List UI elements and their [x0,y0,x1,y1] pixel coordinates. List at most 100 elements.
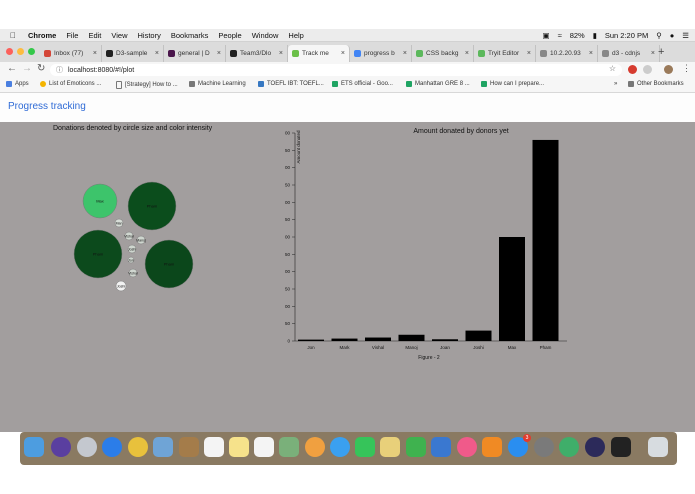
forward-arrow-icon[interactable]: → [22,63,32,74]
menu-file[interactable]: File [66,31,78,40]
close-window-icon[interactable] [6,48,13,55]
battery-percent[interactable]: 82% [570,31,585,40]
tab-close-icon[interactable]: × [651,50,655,57]
chrome-icon[interactable] [128,437,148,457]
messages-icon[interactable] [330,437,350,457]
browser-tab[interactable]: general | D × [164,45,226,62]
bookmark-star-icon[interactable]: ☆ [609,64,616,73]
bubble-label: Pham [93,252,104,257]
atom-icon[interactable] [559,437,579,457]
extension-grey-icon[interactable] [643,65,652,74]
new-tab-button[interactable]: + [658,46,664,58]
bar[interactable] [398,334,425,341]
bookmark-label: Machine Learning [198,81,246,87]
tab-close-icon[interactable]: × [527,50,531,57]
address-bar[interactable]: ⓘ localhost:8080/#!/plot ☆ [50,64,622,76]
maps-icon[interactable] [279,437,299,457]
calendar-icon[interactable] [204,437,224,457]
itunes-icon[interactable] [457,437,477,457]
photo-icon[interactable] [153,437,173,457]
contacts-icon[interactable] [179,437,199,457]
tab-close-icon[interactable]: × [341,50,345,57]
bookmark-apps[interactable]: Apps [6,81,29,87]
menu-help[interactable]: Help [288,31,303,40]
tab-close-icon[interactable]: × [403,50,407,57]
bar[interactable] [532,139,559,341]
menu-edit[interactable]: Edit [88,31,101,40]
bar[interactable] [298,339,324,341]
menu-bookmarks[interactable]: Bookmarks [171,31,209,40]
tab-favicon-icon [292,50,299,57]
bookmark-item[interactable]: ETS official - Goo... [332,81,393,87]
browser-tab[interactable]: Track me × [288,45,350,62]
ibooks-icon[interactable] [482,437,502,457]
extension-red-icon[interactable] [628,65,637,74]
apple-icon[interactable]:  [10,31,22,40]
zoom-window-icon[interactable] [28,48,35,55]
eclipse-icon[interactable] [585,437,605,457]
launchpad-icon[interactable] [77,437,97,457]
bookmarks-overflow-button[interactable]: » [614,81,617,87]
display-icon[interactable]: ▣ [543,31,550,40]
tab-favicon-icon [602,50,609,57]
browser-tab[interactable]: Tryit Editor × [474,45,536,62]
profile-avatar[interactable] [664,65,673,74]
browser-tab[interactable]: progress b × [350,45,412,62]
minimize-window-icon[interactable] [17,48,24,55]
progress-tracking-link[interactable]: Progress tracking [8,101,86,112]
tab-close-icon[interactable]: × [589,50,593,57]
terminal-icon[interactable] [611,437,631,457]
bar[interactable] [331,338,358,341]
menu-app-name[interactable]: Chrome [28,31,56,40]
tab-close-icon[interactable]: × [217,50,221,57]
menu-clock[interactable]: Sun 2:20 PM [605,31,648,40]
system-preferences-icon[interactable] [534,437,554,457]
browser-tab[interactable]: Inbox (77) × [40,45,102,62]
x-tick-label: Pham [540,345,552,350]
bookmark-item[interactable]: [Strategy] How to ... [116,81,178,89]
bookmark-item[interactable]: TOEFL IBT: TOEFL... [258,81,324,87]
numbers-icon[interactable] [406,437,426,457]
y-tick-label: 00 [285,304,291,309]
bar[interactable] [499,237,525,341]
browser-tab[interactable]: CSS backg × [412,45,474,62]
other-bookmarks-button[interactable]: Other Bookmarks [628,81,684,87]
facetime-icon[interactable] [355,437,375,457]
keynote-icon[interactable] [431,437,451,457]
photos-icon[interactable] [305,437,325,457]
menu-history[interactable]: History [138,31,161,40]
bar[interactable] [432,339,458,341]
spotlight-search-icon[interactable]: ⚲ [656,31,662,40]
finder-icon[interactable] [24,437,44,457]
tab-close-icon[interactable]: × [465,50,469,57]
browser-tab[interactable]: d3 - cdnjs × [598,45,660,62]
tab-close-icon[interactable]: × [155,50,159,57]
reminders-icon[interactable] [254,437,274,457]
browser-tab[interactable]: 10.2.20.93 × [536,45,598,62]
menu-window[interactable]: Window [252,31,279,40]
browser-tab[interactable]: D3-sample × [102,45,164,62]
pages-icon[interactable] [380,437,400,457]
bar[interactable] [365,337,391,341]
bar[interactable] [465,330,492,341]
reload-icon[interactable]: ↻ [37,63,45,74]
bookmark-item[interactable]: Manhattan GRE 8 ... [406,81,470,87]
chrome-menu-icon[interactable]: ⋮ [682,63,691,74]
wifi-icon[interactable]: ≈ [558,31,562,40]
tab-close-icon[interactable]: × [279,50,283,57]
safari-icon[interactable] [102,437,122,457]
menu-people[interactable]: People [218,31,241,40]
bookmark-item[interactable]: List of Emoticons ... [40,81,101,87]
siri-dock-icon[interactable] [51,437,71,457]
menu-list-icon[interactable]: ☰ [682,31,689,40]
back-arrow-icon[interactable]: ← [7,63,17,74]
tab-close-icon[interactable]: × [93,50,97,57]
trash-icon[interactable] [648,437,668,457]
bookmark-item[interactable]: Machine Learning [189,81,246,87]
info-icon[interactable]: ⓘ [56,65,63,75]
siri-icon[interactable]: ● [670,31,675,40]
menu-view[interactable]: View [111,31,127,40]
bookmark-item[interactable]: How can I prepare... [481,81,544,87]
notes-icon[interactable] [229,437,249,457]
browser-tab[interactable]: Team3/Dlo × [226,45,288,62]
